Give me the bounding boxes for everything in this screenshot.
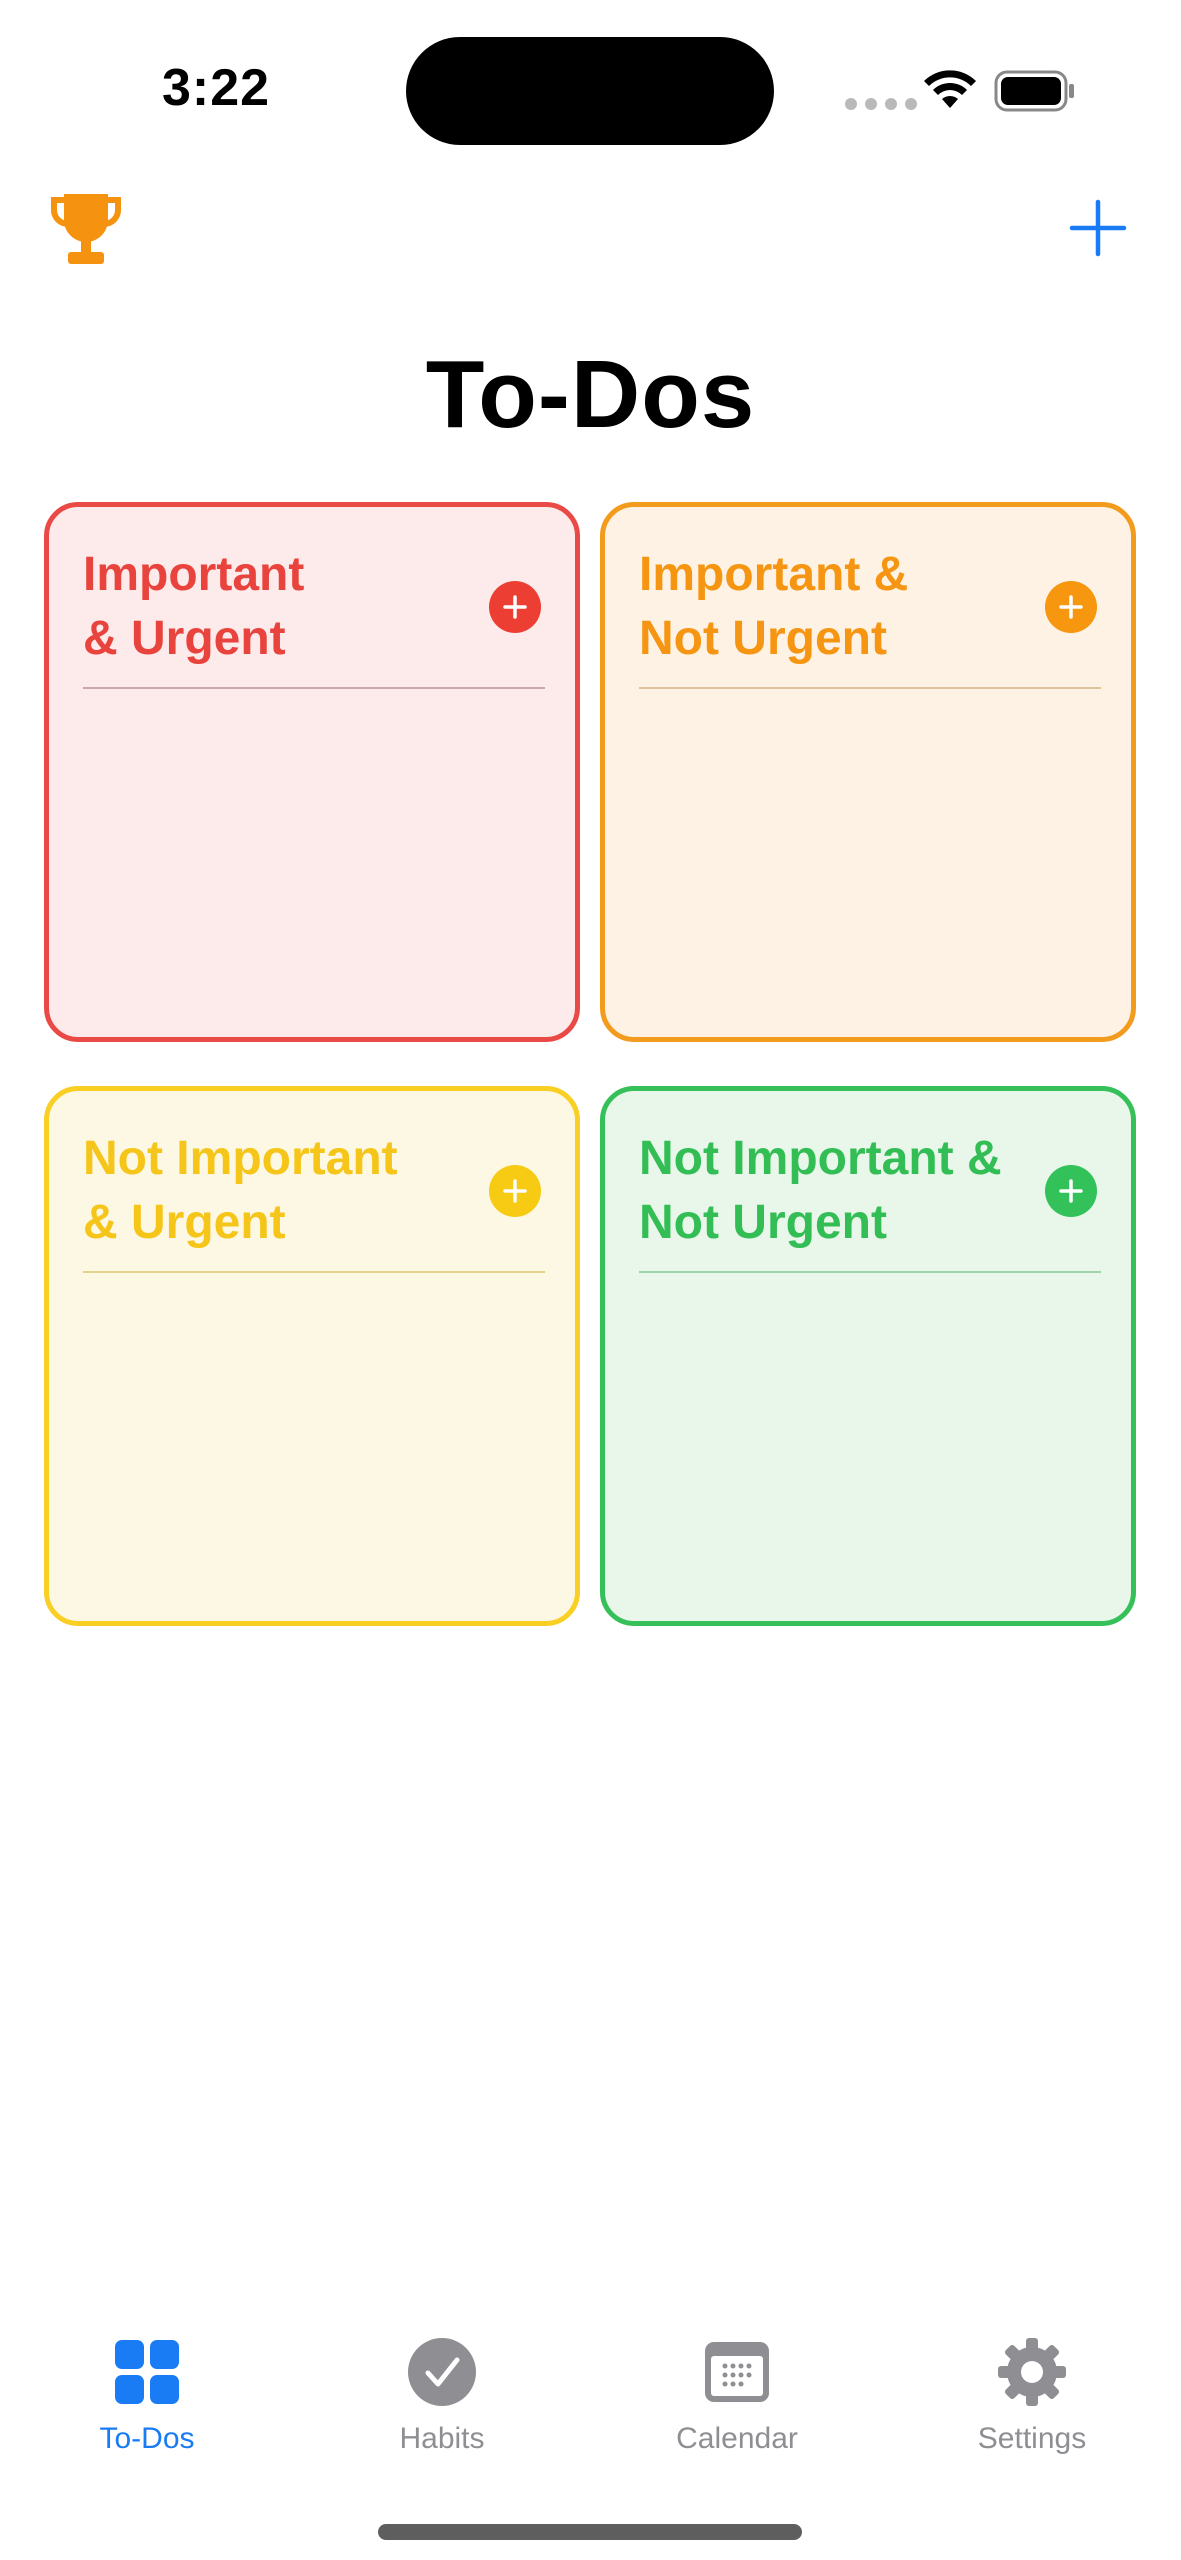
quadrant-not-important-urgent[interactable]: Not Important & Urgent <box>44 1086 580 1626</box>
add-task-button[interactable] <box>1045 1165 1097 1217</box>
tab-calendar[interactable]: Calendar <box>627 2336 847 2466</box>
checkmark-circle-icon <box>408 2338 476 2406</box>
quadrant-title: Not Important & Not Urgent <box>639 1132 1002 1249</box>
tab-settings[interactable]: Settings <box>922 2336 1142 2466</box>
add-task-button[interactable] <box>1045 581 1097 633</box>
quadrant-title: Important & Not Urgent <box>639 548 909 665</box>
task-list[interactable] <box>639 1287 1101 1607</box>
quadrant-title: Not Important & Urgent <box>83 1132 398 1249</box>
cellular-signal-icon <box>845 98 917 110</box>
task-list[interactable] <box>83 1287 545 1607</box>
status-time: 3:22 <box>162 59 271 117</box>
home-indicator <box>378 2524 802 2540</box>
add-todo-button[interactable] <box>1068 198 1128 258</box>
add-task-button[interactable] <box>489 581 541 633</box>
divider <box>639 1271 1101 1273</box>
plus-icon <box>503 595 527 619</box>
tab-label: Calendar <box>676 2422 798 2455</box>
calendar-icon <box>705 2342 769 2402</box>
plus-icon <box>1059 1179 1083 1203</box>
trophy-icon[interactable] <box>50 190 122 266</box>
tab-todos[interactable]: To-Dos <box>37 2336 257 2466</box>
quadrant-title: Important & Urgent <box>83 548 305 665</box>
divider <box>639 687 1101 689</box>
tab-label: Habits <box>399 2422 485 2455</box>
tab-label: Settings <box>977 2422 1087 2455</box>
quadrant-important-not-urgent[interactable]: Important & Not Urgent <box>600 502 1136 1042</box>
divider <box>83 1271 545 1273</box>
plus-icon <box>503 1179 527 1203</box>
tab-label: To-Dos <box>99 2422 195 2455</box>
quadrant-not-important-not-urgent[interactable]: Not Important & Not Urgent <box>600 1086 1136 1626</box>
dynamic-island <box>406 37 774 145</box>
wifi-icon <box>924 70 976 108</box>
divider <box>83 687 545 689</box>
add-task-button[interactable] <box>489 1165 541 1217</box>
task-list[interactable] <box>639 703 1101 1023</box>
gear-icon <box>998 2338 1066 2406</box>
tab-habits[interactable]: Habits <box>332 2336 552 2466</box>
plus-icon <box>1059 595 1083 619</box>
quadrant-important-urgent[interactable]: Important & Urgent <box>44 502 580 1042</box>
todos-screen: 3:22 To-Dos Important & Urgent Important… <box>0 0 1181 2560</box>
page-title: To-Dos <box>425 341 756 448</box>
task-list[interactable] <box>83 703 545 1023</box>
battery-icon <box>994 70 1074 112</box>
grid-icon <box>115 2340 179 2404</box>
